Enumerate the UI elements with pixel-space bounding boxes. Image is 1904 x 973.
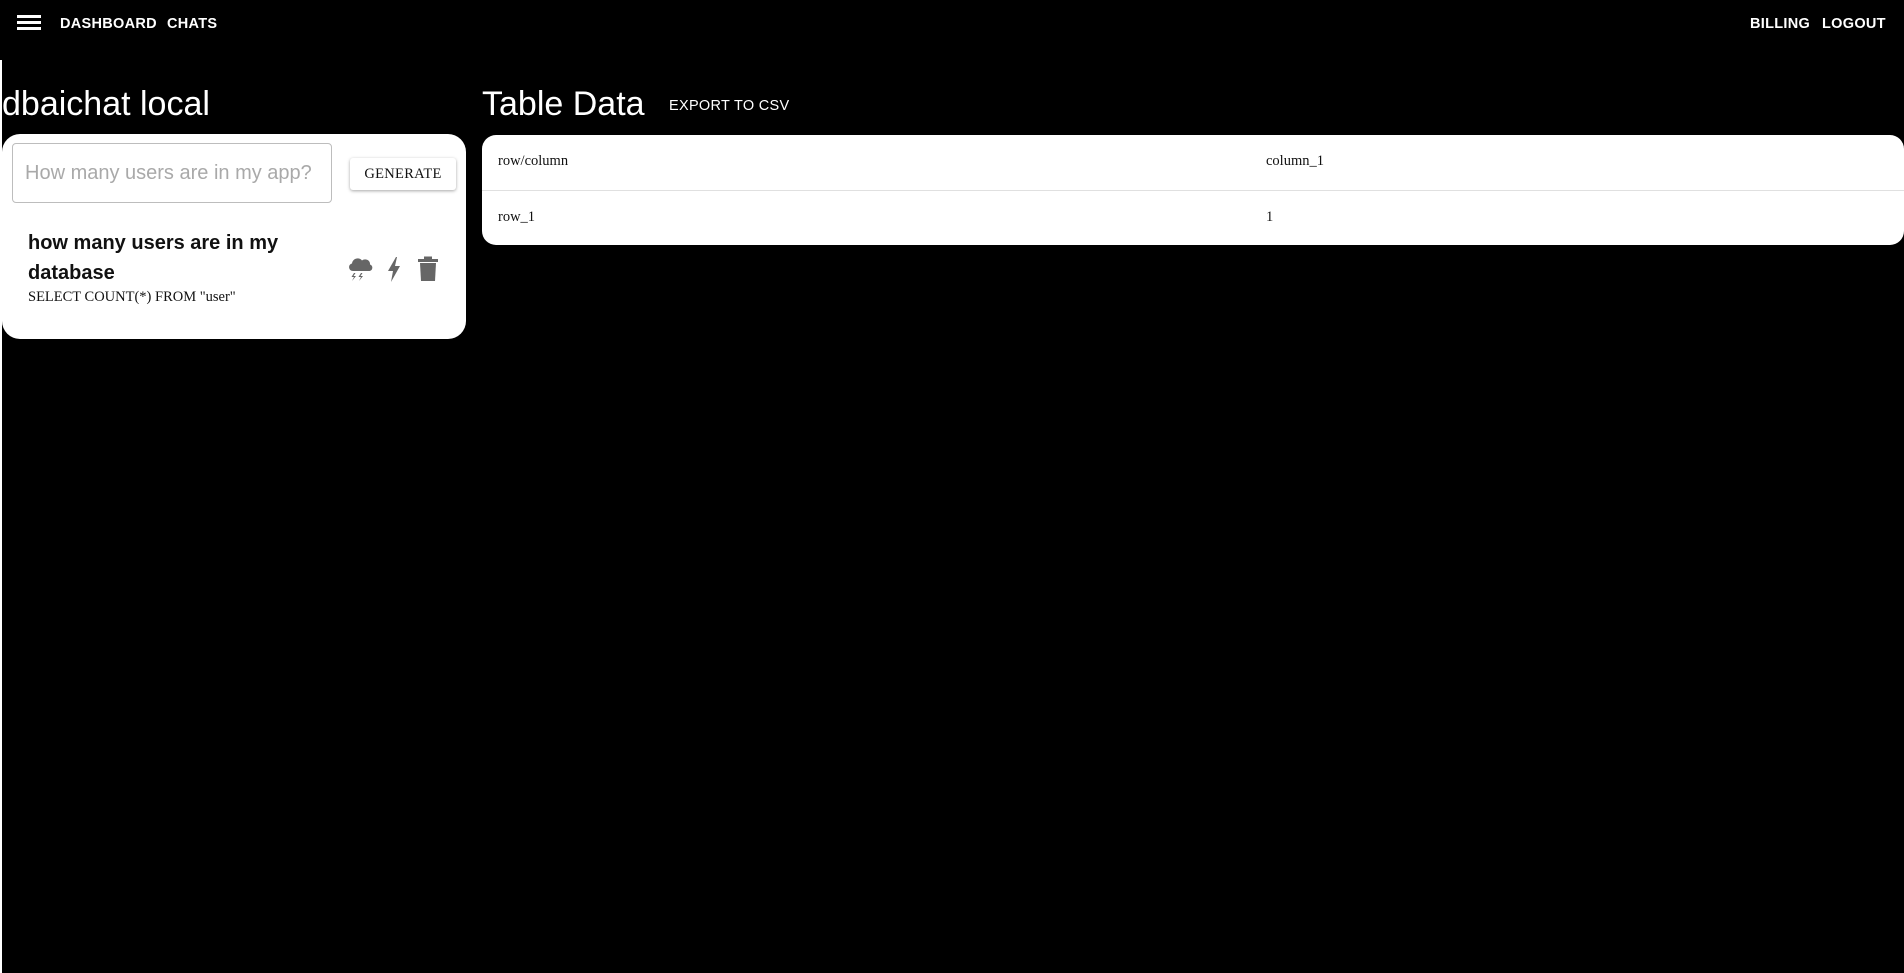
generate-button[interactable]: GENERATE xyxy=(350,158,456,190)
top-navigation-bar: DASHBOARD CHATS BILLING LOGOUT xyxy=(0,0,1904,48)
nav-logout-link[interactable]: LOGOUT xyxy=(1822,16,1886,32)
nav-dashboard-link[interactable]: DASHBOARD xyxy=(60,16,157,32)
bolt-icon[interactable] xyxy=(380,254,408,284)
trash-icon[interactable] xyxy=(414,254,442,284)
table-header-cell: row/column xyxy=(498,153,569,169)
chat-panel-title: dbaichat local xyxy=(2,85,210,123)
nav-chats-link[interactable]: CHATS xyxy=(167,16,217,32)
chat-card: GENERATE how many users are in my databa… xyxy=(2,134,466,339)
hamburger-menu-icon[interactable] xyxy=(16,12,42,36)
table-row: row_1 1 xyxy=(482,191,1904,245)
table-header-row: row/column column_1 xyxy=(482,135,1904,191)
chat-item-title: how many users are in my database xyxy=(28,232,279,284)
table-cell: 1 xyxy=(1266,209,1274,225)
question-input[interactable] xyxy=(12,143,332,203)
table-cell: row_1 xyxy=(498,209,536,225)
table-panel-title: Table Data xyxy=(482,85,645,123)
cloud-lightning-icon[interactable] xyxy=(346,254,374,284)
chat-item-sql: SELECT COUNT(*) FROM "user" xyxy=(28,289,236,305)
export-csv-button[interactable]: EXPORT TO CSV xyxy=(669,98,789,114)
nav-billing-link[interactable]: BILLING xyxy=(1750,16,1810,32)
data-table: row/column column_1 row_1 1 xyxy=(482,135,1904,245)
table-header-cell: column_1 xyxy=(1266,153,1324,169)
